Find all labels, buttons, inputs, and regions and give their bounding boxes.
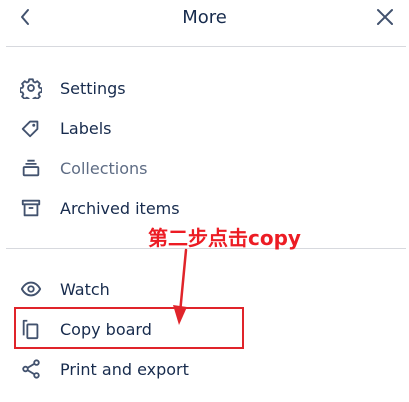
panel-header: More [0,0,409,40]
highlight-box [14,307,244,349]
close-button[interactable] [373,6,397,28]
menu-item-collections[interactable]: Collections [14,152,394,184]
gear-icon [19,76,43,100]
collections-icon [19,156,43,180]
menu-item-label: Archived items [60,198,180,218]
menu-item-label: Labels [60,118,112,138]
more-menu-panel: More Settings Labels Collections Archive… [0,0,409,402]
menu-item-archived-items[interactable]: Archived items [14,192,394,224]
eye-icon [19,277,43,301]
page-title: More [182,7,227,28]
menu-item-settings[interactable]: Settings [14,72,394,104]
close-icon [377,9,393,25]
menu-item-label: Settings [60,78,126,98]
menu-item-label: Watch [60,279,110,299]
share-icon [19,357,43,381]
divider [6,46,406,47]
menu-item-label: Print and export [60,359,189,379]
menu-item-label: Collections [60,158,148,178]
archive-icon [19,196,43,220]
menu-item-watch[interactable]: Watch [14,273,394,305]
tag-icon [19,116,43,140]
menu-item-labels[interactable]: Labels [14,112,394,144]
menu-item-print-and-export[interactable]: Print and export [14,353,394,385]
